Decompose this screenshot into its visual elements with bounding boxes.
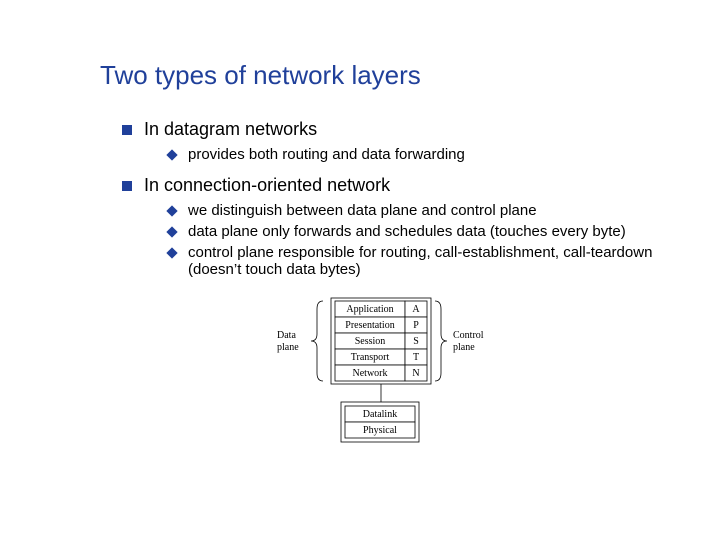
- right-brace-icon: [435, 301, 447, 381]
- upper-letters: A P S T N: [405, 301, 427, 381]
- layer-name: Physical: [363, 425, 397, 436]
- square-bullet-icon: [122, 181, 132, 191]
- subbullet-text: data plane only forwards and schedules d…: [188, 223, 626, 240]
- diamond-bullet-icon: [166, 205, 177, 216]
- subbullet-text: we distinguish between data plane and co…: [188, 202, 537, 219]
- left-brace-icon: [311, 301, 323, 381]
- slide: Two types of network layers In datagram …: [0, 0, 720, 540]
- subbullet-datagram-1: provides both routing and data forwardin…: [168, 146, 660, 163]
- bullet-datagram: In datagram networks: [122, 119, 660, 140]
- bullet-connection-oriented: In connection-oriented network: [122, 175, 660, 196]
- lower-layers: Datalink Physical: [345, 406, 415, 438]
- subbullet-text: provides both routing and data forwardin…: [188, 146, 465, 163]
- diagram-wrapper: Application Presentation Session Transpo…: [100, 296, 660, 451]
- diamond-bullet-icon: [166, 226, 177, 237]
- subbullet-co-3: control plane responsible for routing, c…: [168, 244, 660, 278]
- left-plane-label-line2: plane: [277, 342, 299, 353]
- upper-layers: Application Presentation Session Transpo…: [335, 301, 405, 381]
- layer-name: Session: [355, 336, 386, 347]
- square-bullet-icon: [122, 125, 132, 135]
- layer-letter: T: [413, 352, 419, 363]
- subbullet-text: control plane responsible for routing, c…: [188, 244, 660, 278]
- layer-name: Datalink: [363, 409, 397, 420]
- slide-title: Two types of network layers: [100, 60, 660, 91]
- layer-name: Application: [346, 304, 393, 315]
- layer-name: Transport: [351, 352, 390, 363]
- left-plane-label-line1: Data: [277, 330, 296, 341]
- layers-diagram: Application Presentation Session Transpo…: [235, 296, 525, 451]
- bullet-text: In datagram networks: [144, 119, 317, 140]
- right-plane-label-line2: plane: [453, 342, 475, 353]
- layer-name: Network: [353, 368, 388, 379]
- layer-letter: A: [412, 304, 420, 315]
- diamond-bullet-icon: [166, 247, 177, 258]
- layer-letter: S: [413, 336, 419, 347]
- subbullet-co-1: we distinguish between data plane and co…: [168, 202, 660, 219]
- layer-letter: N: [412, 368, 419, 379]
- layer-name: Presentation: [345, 320, 394, 331]
- diamond-bullet-icon: [166, 149, 177, 160]
- subbullet-co-2: data plane only forwards and schedules d…: [168, 223, 660, 240]
- right-plane-label-line1: Control: [453, 330, 484, 341]
- layer-letter: P: [413, 320, 419, 331]
- bullet-text: In connection-oriented network: [144, 175, 390, 196]
